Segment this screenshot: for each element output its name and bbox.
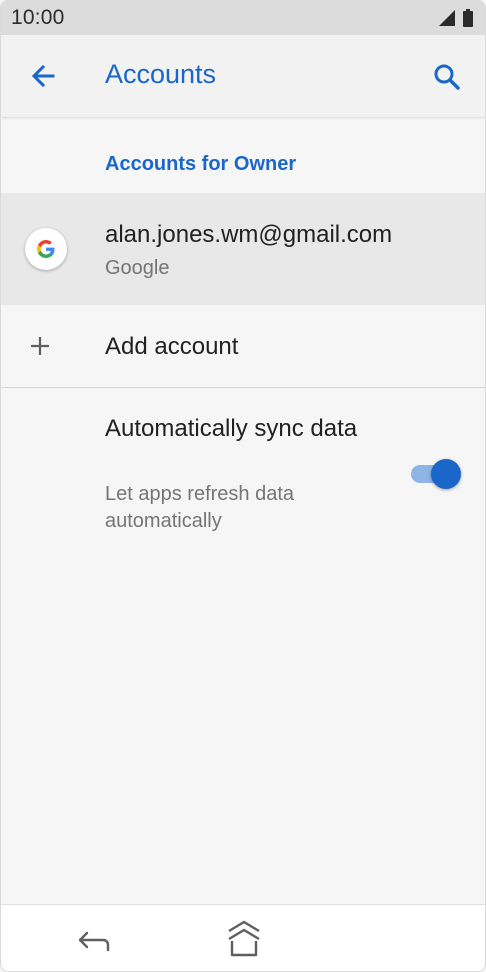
nav-back-icon	[75, 931, 115, 961]
page-title: Accounts	[105, 59, 217, 89]
phone-screen: 10:00 Accounts Accounts for Owner alan.j…	[0, 0, 486, 972]
divider	[1, 387, 485, 388]
status-bar: 10:00	[1, 1, 485, 35]
section-header: Accounts for Owner	[105, 153, 297, 175]
account-email: alan.jones.wm@gmail.com	[105, 221, 393, 248]
battery-icon	[463, 9, 473, 32]
status-icons	[439, 9, 473, 32]
add-account-button[interactable]: Add account	[1, 305, 485, 387]
arrow-back-icon	[23, 64, 63, 101]
signal-icon	[439, 10, 455, 31]
back-button[interactable]	[23, 57, 63, 97]
search-icon	[427, 64, 467, 101]
auto-sync-toggle[interactable]	[411, 459, 461, 489]
navigation-bar	[1, 904, 485, 971]
account-type: Google	[105, 257, 170, 279]
nav-back-button[interactable]	[75, 923, 115, 957]
auto-sync-title: Automatically sync data	[105, 415, 358, 442]
add-account-label: Add account	[105, 333, 239, 360]
google-logo-icon	[25, 228, 67, 270]
auto-sync-subtitle: Let apps refresh data automatically	[105, 483, 295, 532]
toggle-thumb	[431, 459, 461, 489]
auto-sync-setting[interactable]: Automatically sync data Let apps refresh…	[1, 389, 485, 549]
plus-icon	[29, 335, 51, 357]
nav-home-icon	[221, 920, 267, 965]
nav-home-button[interactable]	[221, 917, 267, 961]
search-button[interactable]	[427, 57, 467, 97]
status-time: 10:00	[11, 6, 65, 29]
account-item-google[interactable]: alan.jones.wm@gmail.com Google	[1, 193, 485, 305]
app-bar: Accounts	[1, 35, 485, 117]
